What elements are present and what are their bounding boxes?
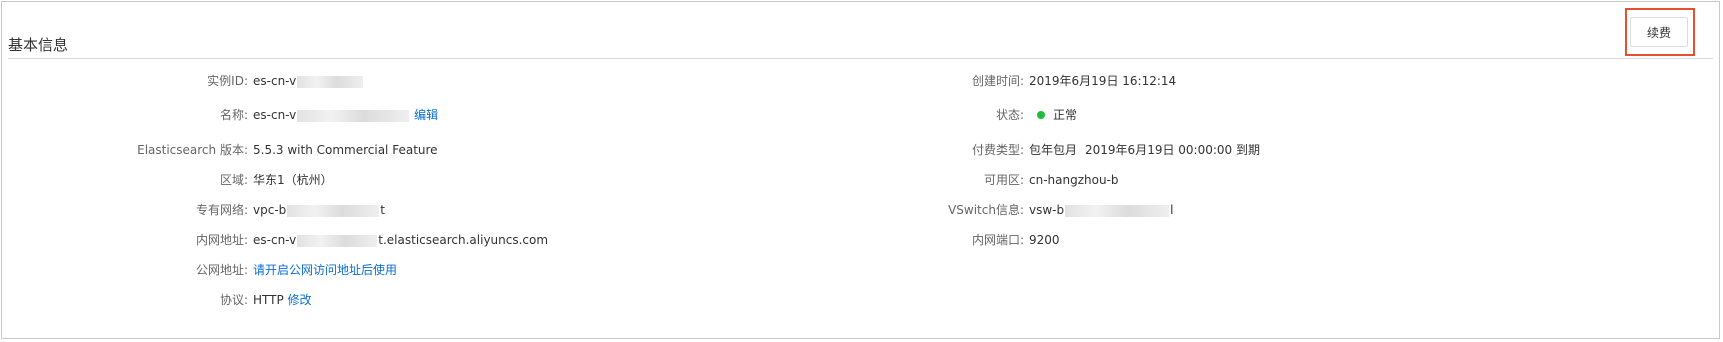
public-address-label: 公网地址: xyxy=(195,263,248,277)
status-text: 正常 xyxy=(1053,108,1078,122)
zone-value: cn-hangzhou-b xyxy=(1029,173,1119,187)
vswitch-prefix: vsw-b xyxy=(1029,203,1065,217)
row-public-address: 公网地址: 请开启公网访问地址后使用 xyxy=(2,261,1721,279)
status-value: 正常 xyxy=(1037,106,1077,124)
edit-protocol-link[interactable]: 修改 xyxy=(288,293,312,307)
private-port-label: 内网端口: xyxy=(971,233,1024,247)
row-status: 状态: 正常 xyxy=(2,106,1721,124)
row-private-port: 内网端口: 9200 xyxy=(2,231,1721,249)
private-port-value: 9200 xyxy=(1029,233,1060,247)
created-time-label: 创建时间: xyxy=(971,74,1024,88)
zone-label: 可用区: xyxy=(983,173,1024,187)
protocol-label: 协议: xyxy=(219,293,248,307)
row-protocol: 协议: HTTP 修改 xyxy=(2,291,1721,309)
status-label: 状态: xyxy=(995,108,1024,122)
section-divider xyxy=(8,58,1713,59)
billing-expire: 2019年6月19日 00:00:00 到期 xyxy=(1085,143,1260,157)
vswitch-value: vsw-b l xyxy=(1029,201,1173,219)
status-ok-dot-icon xyxy=(1037,110,1045,119)
vswitch-label: VSwitch信息: xyxy=(948,203,1024,217)
row-created-time: 创建时间: 2019年6月19日 16:12:14 xyxy=(2,72,1721,90)
protocol-text: HTTP xyxy=(253,293,284,307)
billing-value: 包年包月 2019年6月19日 00:00:00 到期 xyxy=(1029,141,1260,159)
row-vswitch: VSwitch信息: vsw-b l xyxy=(2,201,1721,219)
billing-label: 付费类型: xyxy=(971,143,1024,157)
vswitch-suffix: l xyxy=(1170,203,1174,217)
basic-info-panel: 基本信息 续费 实例ID: es-cn-v 名称: es-cn-v 编辑 Ela… xyxy=(1,1,1720,339)
row-zone: 可用区: cn-hangzhou-b xyxy=(2,171,1721,189)
enable-public-address-link[interactable]: 请开启公网访问地址后使用 xyxy=(253,261,397,279)
redacted-block xyxy=(1065,204,1170,217)
renew-button[interactable]: 续费 xyxy=(1630,17,1688,47)
protocol-value: HTTP 修改 xyxy=(253,291,312,309)
section-title: 基本信息 xyxy=(8,36,69,54)
created-time-value: 2019年6月19日 16:12:14 xyxy=(1029,74,1177,88)
billing-type: 包年包月 xyxy=(1029,143,1078,157)
row-billing: 付费类型: 包年包月 2019年6月19日 00:00:00 到期 xyxy=(2,141,1721,159)
